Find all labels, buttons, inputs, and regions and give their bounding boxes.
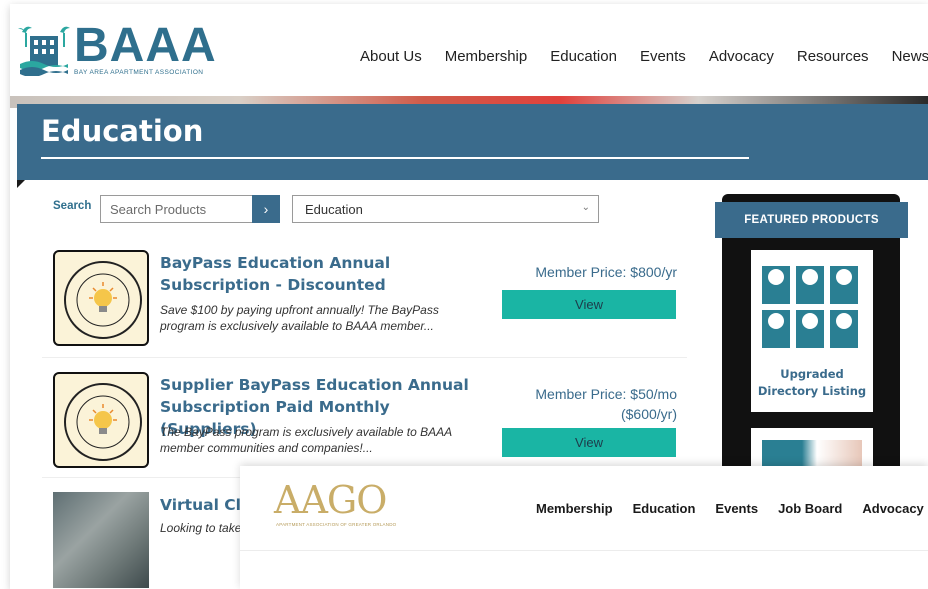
aago-nav: Membership Education Events Job Board Ad… [536,501,924,516]
aago-nav-job-board[interactable]: Job Board [778,501,842,516]
aago-nav-advocacy[interactable]: Advocacy [862,501,923,516]
featured-product-title[interactable]: Upgraded Directory Listing [751,366,873,400]
product-price: Member Price: $50/mo ($600/yr) [535,386,677,422]
directory-thumbnail-grid [762,266,862,360]
baaa-logo-subtitle: BAY AREA APARTMENT ASSOCIATION [74,69,204,76]
featured-product-card[interactable]: Upgraded Directory Listing [751,250,873,412]
search-label: Search [53,200,92,212]
building-palm-icon [18,26,70,76]
nav-news[interactable]: News [892,48,928,65]
nav-events[interactable]: Events [640,48,686,65]
baaa-logo[interactable]: BAAA BAY AREA APARTMENT ASSOCIATION [18,19,216,82]
nav-resources[interactable]: Resources [797,48,869,65]
chevron-down-icon: ⌄ [581,202,590,213]
main-nav: About Us Membership Education Events Adv… [360,48,928,65]
baypass-badge-icon [64,261,142,339]
product-description: Save $100 by paying upfront annually! Th… [160,303,439,333]
directory-thumbnail [830,310,858,348]
nav-membership[interactable]: Membership [445,48,528,65]
search-input[interactable] [100,195,253,223]
page-title-banner: Education [17,104,928,180]
category-select-value: Education [305,201,363,217]
directory-thumbnail [830,266,858,304]
aago-header-divider [240,550,928,551]
baaa-logo-text: BAAA [74,19,217,72]
chevron-right-icon: › [263,201,269,217]
baypass-badge-icon [64,383,142,461]
aago-logo[interactable]: AAGO APARTMENT ASSOCIATION OF GREATER OR… [274,478,396,530]
aago-nav-membership[interactable]: Membership [536,501,613,516]
search-submit-button[interactable]: › [252,195,280,223]
product-image[interactable] [53,372,149,468]
product-item: BayPass Education Annual Subscription - … [42,240,687,358]
directory-thumbnail [762,266,790,304]
aago-logo-subtitle: APARTMENT ASSOCIATION OF GREATER ORLANDO [276,522,397,527]
laptop-photo[interactable] [53,492,149,588]
nav-education[interactable]: Education [550,48,617,65]
site-header: BAAA BAY AREA APARTMENT ASSOCIATION Abou… [10,4,928,96]
category-select[interactable]: Education ⌄ [292,195,599,223]
view-button[interactable]: View [502,290,676,319]
nav-about-us[interactable]: About Us [360,48,422,65]
product-price: Member Price: $800/yr [535,264,677,280]
directory-thumbnail [762,310,790,348]
product-title[interactable]: BayPass Education Annual Subscription - … [160,252,480,296]
directory-thumbnail [796,266,824,304]
screenshot-stage: BAAA BAY AREA APARTMENT ASSOCIATION Abou… [0,0,928,589]
aago-logo-text: AAGO [274,478,387,522]
aago-nav-education[interactable]: Education [633,501,696,516]
banner-fold-corner [17,180,25,188]
directory-thumbnail [796,310,824,348]
product-item: Supplier BayPass Education Annual Subscr… [42,362,687,478]
product-image[interactable] [53,250,149,346]
aago-nav-events[interactable]: Events [715,501,758,516]
page-title: Education [41,114,204,148]
product-description: The BayPass program is exclusively avail… [160,425,452,455]
nav-advocacy[interactable]: Advocacy [709,48,774,65]
view-button[interactable]: View [502,428,676,457]
featured-heading: FEATURED PRODUCTS [715,202,908,238]
banner-underline [41,157,749,159]
aago-browser-window: AAGO APARTMENT ASSOCIATION OF GREATER OR… [240,466,928,589]
